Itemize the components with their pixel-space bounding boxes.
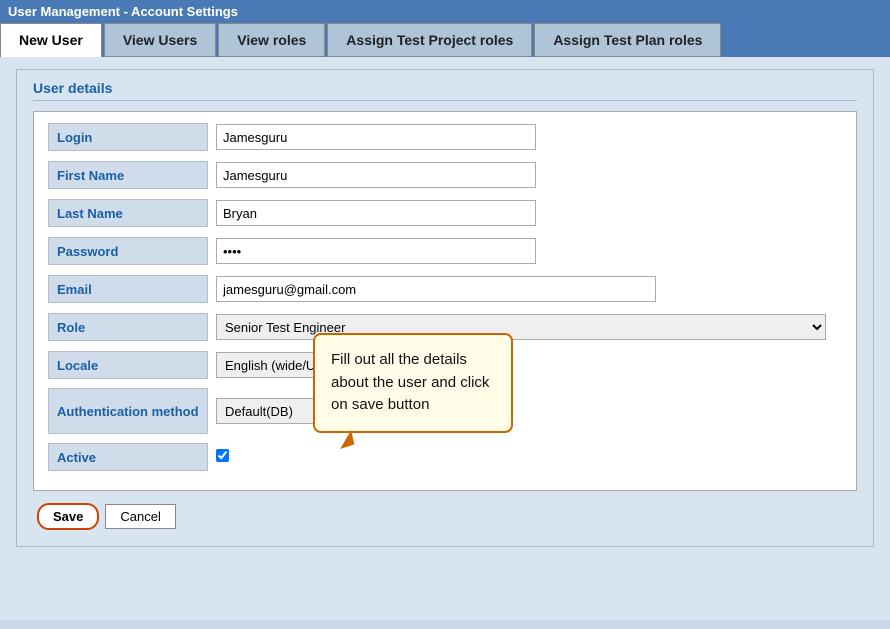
auth-label: Authentication method <box>48 388 208 434</box>
tabs-bar: New User View Users View roles Assign Te… <box>0 23 890 57</box>
firstname-row: First Name <box>48 160 842 190</box>
callout-box: Fill out all the details about the user … <box>313 333 513 433</box>
tab-new-user[interactable]: New User <box>0 23 102 57</box>
password-input[interactable] <box>216 238 536 264</box>
password-label: Password <box>48 237 208 265</box>
firstname-label: First Name <box>48 161 208 189</box>
firstname-input-wrapper <box>216 162 842 188</box>
password-input-wrapper <box>216 238 842 264</box>
locale-select-wrapper: English (wide/UK) English (US) French Ge… <box>216 352 842 378</box>
active-checkbox-wrapper <box>216 449 842 465</box>
lastname-row: Last Name <box>48 198 842 228</box>
footer-buttons: Save Cancel Fill out all the details abo… <box>33 503 857 530</box>
form-area: Login First Name Last Name <box>33 111 857 491</box>
password-row: Password <box>48 236 842 266</box>
cancel-button[interactable]: Cancel <box>105 504 175 529</box>
main-content: User details Login First Name Last Name <box>0 57 890 620</box>
tab-view-roles[interactable]: View roles <box>218 23 325 57</box>
email-label: Email <box>48 275 208 303</box>
role-label: Role <box>48 313 208 341</box>
active-label: Active <box>48 443 208 471</box>
title-bar: User Management - Account Settings <box>0 0 890 23</box>
auth-select-wrapper: Default(DB) LDAP LDAP+DB <box>216 398 842 424</box>
tab-assign-test-project-roles[interactable]: Assign Test Project roles <box>327 23 532 57</box>
lastname-input[interactable] <box>216 200 536 226</box>
login-input-wrapper <box>216 124 842 150</box>
lastname-input-wrapper <box>216 200 842 226</box>
role-select[interactable]: Senior Test Engineer Test Engineer Test … <box>216 314 826 340</box>
email-row: Email <box>48 274 842 304</box>
tab-view-users[interactable]: View Users <box>104 23 216 57</box>
login-label: Login <box>48 123 208 151</box>
user-details-box: User details Login First Name Last Name <box>16 69 874 547</box>
firstname-input[interactable] <box>216 162 536 188</box>
login-row: Login <box>48 122 842 152</box>
title-text: User Management - Account Settings <box>8 4 238 19</box>
locale-label: Locale <box>48 351 208 379</box>
save-button[interactable]: Save <box>37 503 99 530</box>
role-select-wrapper: Senior Test Engineer Test Engineer Test … <box>216 314 842 340</box>
tab-assign-test-plan-roles[interactable]: Assign Test Plan roles <box>534 23 721 57</box>
callout-text: Fill out all the details about the user … <box>331 351 489 413</box>
section-title: User details <box>33 80 857 101</box>
email-input[interactable] <box>216 276 656 302</box>
active-checkbox[interactable] <box>216 449 229 462</box>
active-row: Active <box>48 442 842 472</box>
login-input[interactable] <box>216 124 536 150</box>
email-input-wrapper <box>216 276 842 302</box>
lastname-label: Last Name <box>48 199 208 227</box>
